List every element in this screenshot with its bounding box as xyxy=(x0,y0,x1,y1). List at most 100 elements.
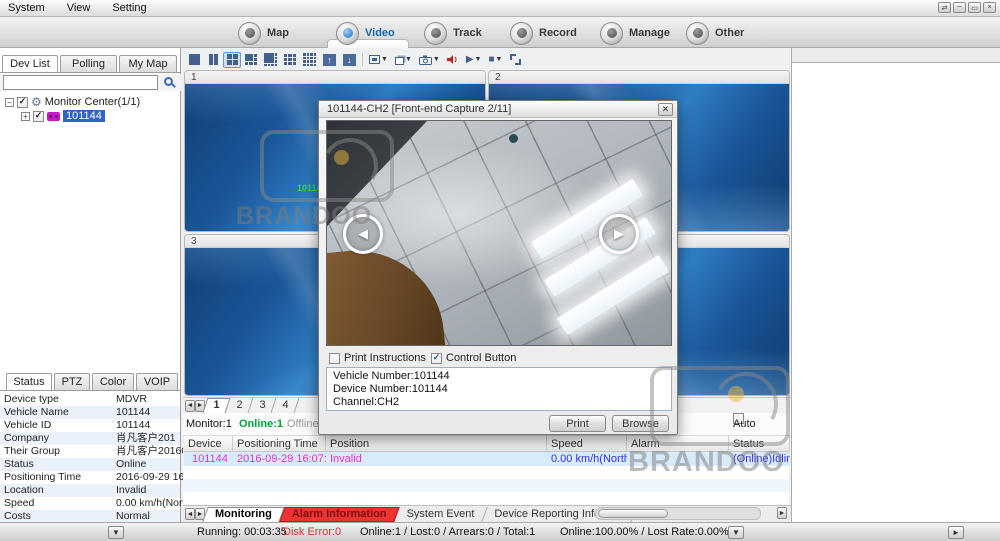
menu-setting[interactable]: Setting xyxy=(112,0,146,17)
restore-icon[interactable]: ▭ xyxy=(968,2,981,13)
tab-ptz[interactable]: PTZ xyxy=(54,373,90,390)
tab-voip[interactable]: VOIP xyxy=(136,373,178,390)
tab-scroll-left-icon[interactable]: ◄ xyxy=(185,508,195,520)
column-position[interactable]: Position xyxy=(326,436,547,452)
search-icon[interactable] xyxy=(164,77,173,86)
column-speed[interactable]: Speed xyxy=(547,436,627,452)
next-capture-button[interactable]: ▶ xyxy=(599,214,639,254)
scrollbar-thumb[interactable] xyxy=(598,509,668,518)
nine-view-icon[interactable] xyxy=(281,52,299,68)
control-button-label: Control Button xyxy=(446,352,516,364)
statusbar-collapse-icon[interactable]: ▼ xyxy=(728,526,744,539)
status-bar: ▼ Running: 00:03:35 Disk Error:0 Online:… xyxy=(0,522,1000,541)
cascade-windows-icon[interactable]: ▼ xyxy=(392,52,415,68)
expand-icon[interactable]: + xyxy=(21,112,30,121)
tab-color[interactable]: Color xyxy=(92,373,134,390)
tree-device-label: 101144 xyxy=(63,110,105,122)
dual-view-icon[interactable] xyxy=(204,52,222,68)
scroll-right-icon[interactable]: ► xyxy=(777,507,787,519)
row-cell-alarm[interactable] xyxy=(627,452,729,466)
menu-view[interactable]: View xyxy=(67,0,91,17)
tree-node-monitor-center[interactable]: − ⚙ Monitor Center(1/1) xyxy=(5,95,140,109)
swap-window-icon[interactable]: ⇄ xyxy=(938,2,951,13)
column-positioning-time[interactable]: Positioning Time xyxy=(233,436,326,452)
monitor-center-checkbox[interactable] xyxy=(17,97,28,108)
track-button[interactable]: Track xyxy=(424,20,482,46)
column-status[interactable]: Status xyxy=(729,436,790,452)
search-input[interactable] xyxy=(3,75,158,90)
control-button-checkbox[interactable] xyxy=(431,353,442,364)
other-button[interactable]: Other xyxy=(686,20,744,46)
vehicle-number-line: Vehicle Number:101144 xyxy=(333,370,665,383)
statusbar-expand-icon[interactable]: ► xyxy=(948,526,964,539)
six-view-icon[interactable] xyxy=(242,52,260,68)
dialog-options: Print Instructions Control Button xyxy=(329,352,516,364)
print-button[interactable]: Print xyxy=(549,415,606,432)
right-blank-panel xyxy=(791,48,1000,522)
single-view-icon[interactable] xyxy=(185,52,203,68)
page-tab-4[interactable]: 4 xyxy=(274,398,297,413)
sixteen-view-icon[interactable] xyxy=(300,52,319,68)
right-panel-header xyxy=(792,48,1000,63)
online-count: Online:1 xyxy=(239,413,283,436)
property-row: LocationInvalid xyxy=(0,484,180,497)
fullscreen-icon[interactable] xyxy=(506,52,524,68)
row-cell-status[interactable]: (Online)Idling,3G xyxy=(729,452,790,466)
page-up-icon[interactable]: ↑ xyxy=(320,52,339,68)
capture-dialog: 101144-CH2 [Front-end Capture 2/11] ✕ ◀ … xyxy=(318,100,678,435)
menu-bar: System View Setting xyxy=(0,0,1000,17)
row-cell-positioning-time[interactable]: 2016-09-29 16:07:59 xyxy=(233,452,326,466)
print-instructions-toggle[interactable]: Print Instructions xyxy=(329,352,431,364)
browse-button[interactable]: Browse xyxy=(612,415,669,432)
video-button[interactable]: Video xyxy=(336,20,395,46)
video-tile-number: 1 xyxy=(185,71,485,84)
horizontal-scrollbar[interactable] xyxy=(595,507,761,520)
dialog-close-icon[interactable]: ✕ xyxy=(658,103,673,116)
control-button-toggle[interactable]: Control Button xyxy=(431,352,516,364)
tab-polling[interactable]: Polling xyxy=(60,55,117,72)
panel-collapse-icon[interactable]: ▼ xyxy=(108,526,124,539)
tab-system-event[interactable]: System Event xyxy=(397,507,485,522)
map-icon xyxy=(238,22,261,45)
manage-button[interactable]: Manage xyxy=(600,20,670,46)
record-button[interactable]: Record xyxy=(510,20,577,46)
page-tab-2[interactable]: 2 xyxy=(228,398,251,413)
tree-root-label: Monitor Center(1/1) xyxy=(45,96,140,108)
quad-view-icon[interactable] xyxy=(223,52,241,68)
page-tab-1[interactable]: 1 xyxy=(205,398,228,413)
tab-divider xyxy=(0,72,181,73)
minimize-icon[interactable]: ─ xyxy=(953,2,966,13)
video-toolbar: ↑ ↓ ▼ ▼ ▼ ▶▼ ■▼ xyxy=(185,51,524,68)
column-alarm[interactable]: Alarm xyxy=(627,436,729,452)
device-checkbox[interactable] xyxy=(33,111,44,122)
page-down-icon[interactable]: ↓ xyxy=(340,52,359,68)
tab-monitoring[interactable]: Monitoring xyxy=(205,507,282,522)
row-cell-device[interactable]: 101144 xyxy=(184,452,233,466)
tab-alarm-information[interactable]: Alarm Information xyxy=(282,507,397,522)
collapse-icon[interactable]: − xyxy=(5,98,14,107)
eight-view-icon[interactable] xyxy=(261,52,280,68)
tree-node-device[interactable]: + 101144 xyxy=(21,109,105,123)
snapshot-icon[interactable]: ▼ xyxy=(416,52,443,68)
stop-icon[interactable]: ■▼ xyxy=(485,52,505,68)
page-left-icon[interactable]: ◄ xyxy=(185,400,195,412)
row-cell-position[interactable]: Invalid xyxy=(326,452,547,466)
row-cell-speed[interactable]: 0.00 km/h(North),Park xyxy=(547,452,627,466)
column-device[interactable]: Device xyxy=(184,436,233,452)
page-tab-3[interactable]: 3 xyxy=(251,398,274,413)
map-button[interactable]: Map xyxy=(238,20,289,46)
tab-dev-list[interactable]: Dev List xyxy=(2,55,58,72)
property-row: Vehicle ID101144 xyxy=(0,419,180,432)
toolbar-separator xyxy=(362,53,363,66)
tab-my-map[interactable]: My Map xyxy=(119,55,177,72)
play-icon[interactable]: ▶▼ xyxy=(463,52,485,68)
close-icon[interactable]: × xyxy=(983,2,996,13)
audio-icon[interactable] xyxy=(444,52,462,68)
empty-table-row xyxy=(183,492,789,505)
menu-system[interactable]: System xyxy=(8,0,45,17)
previous-capture-button[interactable]: ◀ xyxy=(343,214,383,254)
empty-table-row xyxy=(183,466,789,479)
fit-screen-icon[interactable]: ▼ xyxy=(366,52,391,68)
tab-status[interactable]: Status xyxy=(6,373,52,390)
print-instructions-checkbox[interactable] xyxy=(329,353,340,364)
